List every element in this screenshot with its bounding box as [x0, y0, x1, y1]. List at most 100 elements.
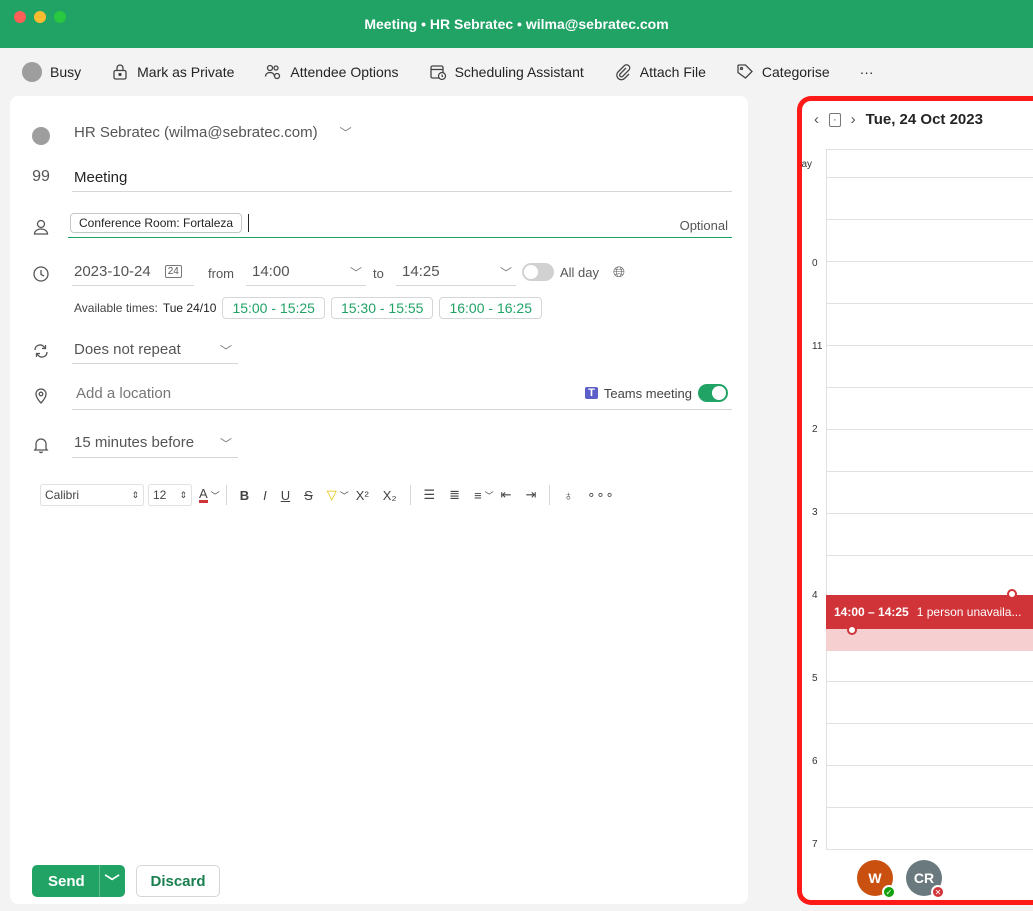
- chevron-down-icon[interactable]: ﹀: [340, 489, 349, 502]
- avatar[interactable]: CR ✕: [906, 860, 945, 899]
- microphone-icon[interactable]: ♁: [563, 488, 573, 503]
- resize-handle-top[interactable]: [1007, 589, 1017, 599]
- meeting-form: HR Sebratec (wilma@sebratec.com) ﹀ 99 Me…: [10, 96, 748, 904]
- start-time-select[interactable]: 14:00 ﹀: [246, 258, 366, 286]
- location-input[interactable]: Add a location T Teams meeting: [72, 378, 732, 410]
- stepper-icon: ⇕: [179, 489, 187, 500]
- teams-meeting-toggle[interactable]: T Teams meeting: [585, 384, 728, 402]
- today-calendar-icon[interactable]: ·: [829, 112, 841, 127]
- avatar[interactable]: W ✓: [857, 860, 896, 899]
- chevron-down-icon: ﹀: [219, 344, 232, 358]
- location-pin-icon: [30, 385, 52, 407]
- previous-day-icon[interactable]: ‹: [814, 111, 819, 128]
- declined-x-icon: ✕: [931, 885, 945, 899]
- strikethrough-icon[interactable]: S: [304, 488, 313, 503]
- hour-label: 6: [812, 756, 818, 767]
- attendee-options-button[interactable]: Attendee Options: [264, 63, 399, 81]
- bell-icon: [30, 434, 52, 456]
- event-duration-shade: [826, 629, 1033, 651]
- repeat-icon: [30, 340, 52, 362]
- date-picker[interactable]: 2023-10-24 24: [72, 258, 194, 286]
- superscript-icon[interactable]: X²: [356, 488, 369, 503]
- end-time-select[interactable]: 14:25 ﹀: [396, 258, 516, 286]
- mark-private-button[interactable]: Mark as Private: [111, 63, 234, 81]
- account-selector[interactable]: HR Sebratec (wilma@sebratec.com) ﹀: [74, 124, 352, 141]
- attendee-chip[interactable]: Conference Room: Fortaleza: [70, 212, 243, 233]
- hour-label: 4: [812, 590, 818, 601]
- font-size-select[interactable]: 12 ⇕: [148, 484, 192, 506]
- lock-icon: [113, 64, 127, 80]
- hour-label: 11: [812, 341, 823, 352]
- message-body[interactable]: [32, 526, 732, 846]
- calendar-date: Tue, 24 Oct 2023: [865, 111, 983, 128]
- window-title: Meeting • HR Sebratec • wilma@sebratec.c…: [364, 16, 669, 32]
- underline-icon[interactable]: U: [281, 488, 290, 503]
- to-label: to: [373, 266, 384, 281]
- bullet-list-icon[interactable]: ☰: [424, 487, 436, 503]
- zoom-window-button[interactable]: [54, 11, 66, 23]
- hour-label: 3: [812, 507, 818, 518]
- subscript-icon[interactable]: X₂: [383, 488, 397, 503]
- chevron-down-icon[interactable]: ﹀: [211, 489, 220, 502]
- italic-icon[interactable]: I: [263, 488, 267, 503]
- calendar-header: ‹ · › Tue, 24 Oct 2023: [814, 111, 983, 128]
- time-slot[interactable]: 15:00 - 15:25: [222, 297, 325, 319]
- paperclip-icon: [615, 64, 631, 81]
- font-select[interactable]: Calibri ⇕: [40, 484, 144, 506]
- send-button[interactable]: Send ﹀: [32, 865, 125, 897]
- tag-icon: [737, 64, 753, 79]
- bold-icon[interactable]: B: [240, 488, 249, 503]
- time-slot[interactable]: 15:30 - 15:55: [330, 297, 434, 319]
- hour-label: 2: [812, 424, 818, 435]
- globe-icon[interactable]: 🌐︎: [613, 264, 625, 281]
- next-day-icon[interactable]: ›: [851, 111, 856, 128]
- attendees-input[interactable]: Conference Room: Fortaleza Optional: [68, 208, 732, 238]
- resize-handle-bottom[interactable]: [847, 625, 857, 635]
- all-day-switch[interactable]: [522, 263, 554, 281]
- chevron-down-icon: ﹀: [339, 126, 352, 140]
- hour-label: 0: [812, 258, 818, 269]
- chevron-down-icon: ﹀: [219, 437, 232, 451]
- hour-label: 5: [812, 673, 818, 684]
- attach-file-button[interactable]: Attach File: [614, 63, 706, 81]
- busy-status-icon: [22, 62, 42, 82]
- chevron-down-icon: ﹀: [349, 266, 362, 280]
- teams-switch[interactable]: [698, 384, 728, 402]
- chevron-down-icon: ﹀: [499, 266, 512, 280]
- more-format-icon[interactable]: ∘∘∘: [587, 487, 614, 503]
- minimize-window-button[interactable]: [34, 11, 46, 23]
- more-options-button[interactable]: ···: [860, 64, 874, 80]
- title-bar: Meeting • HR Sebratec • wilma@sebratec.c…: [0, 0, 1033, 48]
- numbered-list-icon[interactable]: ≣: [449, 487, 460, 503]
- font-color-icon[interactable]: A: [199, 487, 208, 503]
- toolbar: Busy Mark as Private Attendee Options Sc…: [0, 48, 1033, 96]
- proposed-meeting-block[interactable]: 14:00 – 14:25 1 person unavaila...: [826, 595, 1033, 629]
- quote-icon: 99: [32, 168, 50, 185]
- discard-button[interactable]: Discard: [136, 865, 220, 897]
- optional-attendees-link[interactable]: Optional: [680, 218, 728, 233]
- close-window-button[interactable]: [14, 11, 26, 23]
- accepted-check-icon: ✓: [882, 885, 896, 899]
- hour-label: 7: [812, 839, 818, 850]
- repeat-select[interactable]: Does not repeat ﹀: [72, 336, 238, 364]
- stepper-icon: ⇕: [131, 489, 139, 500]
- reminder-select[interactable]: 15 minutes before ﹀: [72, 428, 238, 458]
- categorise-button[interactable]: Categorise: [736, 63, 830, 81]
- title-input[interactable]: Meeting: [72, 164, 732, 192]
- account-status-icon: [30, 125, 52, 147]
- all-day-label: All day: [797, 159, 813, 170]
- from-label: from: [208, 266, 234, 281]
- chevron-down-icon[interactable]: ﹀: [485, 489, 494, 502]
- increase-indent-icon[interactable]: ⇥: [526, 487, 537, 503]
- calendar-clock-icon: [429, 65, 446, 81]
- busy-button[interactable]: Busy: [22, 62, 81, 82]
- available-times: Available times: Tue 24/10 15:00 - 15:25…: [74, 297, 548, 319]
- align-icon[interactable]: ≡: [474, 488, 482, 503]
- formatting-toolbar: Calibri ⇕ 12 ⇕ A ﹀ B I U S ▽ ﹀ X² X₂ ☰ ≣…: [40, 484, 622, 506]
- decrease-indent-icon[interactable]: ⇤: [501, 487, 512, 503]
- all-day-toggle[interactable]: All day 🌐︎: [522, 263, 625, 281]
- scheduling-assistant-button[interactable]: Scheduling Assistant: [429, 63, 584, 81]
- highlight-icon[interactable]: ▽: [327, 487, 337, 503]
- time-slot[interactable]: 16:00 - 16:25: [439, 297, 542, 319]
- send-options-chevron-icon[interactable]: ﹀: [98, 865, 125, 897]
